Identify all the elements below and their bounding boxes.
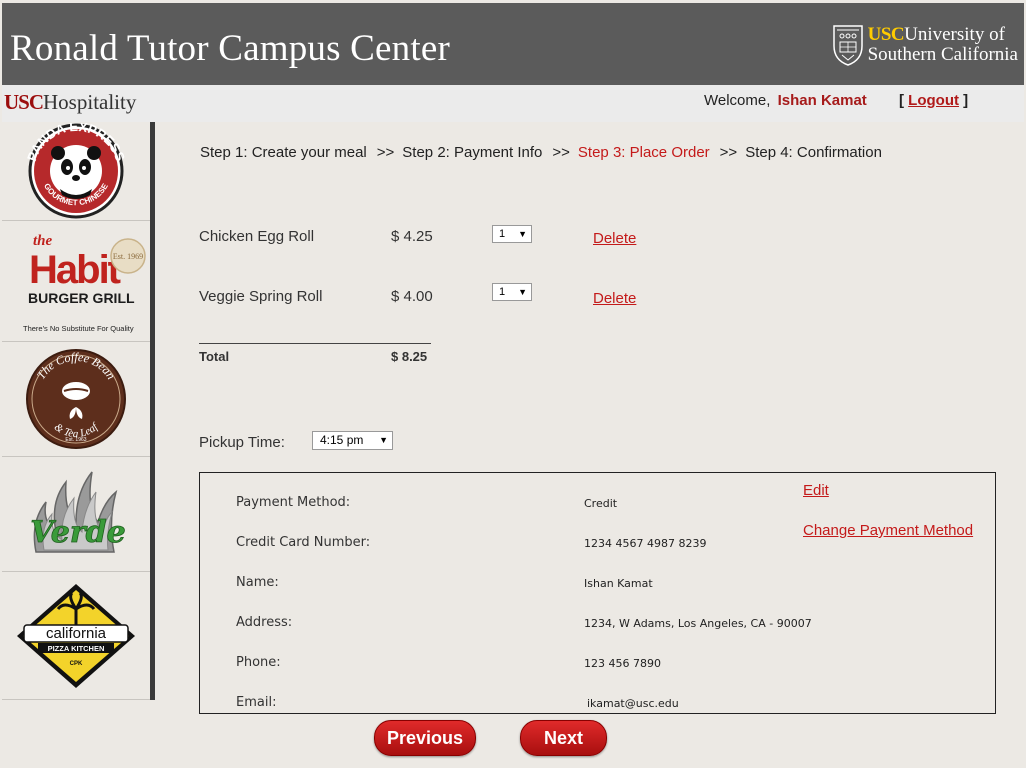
cpk-logo-cpk-text: CPK	[70, 661, 83, 667]
usc-logo-line1: University of	[904, 24, 1005, 45]
usc-hospitality-logo[interactable]: USCHospitality	[4, 90, 136, 115]
dropdown-arrow-icon: ▼	[518, 229, 527, 239]
usc-logo-gold: USC	[867, 24, 905, 45]
step-1-create-meal[interactable]: Step 1: Create your meal	[200, 144, 367, 161]
sidebar-item-california-pizza-kitchen[interactable]: california PIZZA KITCHEN CPK	[2, 572, 150, 700]
change-payment-method-link[interactable]: Change Payment Method	[803, 522, 973, 539]
dropdown-arrow-icon: ▼	[518, 287, 527, 297]
welcome-message: Welcome, Ishan Kamat	[704, 92, 867, 109]
logout-bracket-open: [	[899, 92, 904, 109]
usc-logo-line2: Southern California	[867, 44, 1018, 65]
order-item-name: Veggie Spring Roll	[199, 288, 323, 305]
habit-logo-badge: Est. 1969	[113, 252, 143, 261]
logout-wrapper: [ Logout ]	[899, 92, 968, 109]
step-separator: >>	[719, 144, 738, 161]
coffee-bean-logo-est: Est. 1963	[65, 437, 86, 443]
next-button[interactable]: Next	[520, 720, 607, 756]
order-item-price: $ 4.25	[391, 228, 433, 245]
total-label: Total	[199, 349, 230, 364]
payment-method-value: Credit	[584, 497, 618, 510]
delete-item-link[interactable]: Delete	[593, 230, 636, 247]
email-label: Email:	[236, 695, 277, 710]
email-value: ikamat@usc.edu	[587, 697, 679, 710]
usc-logo[interactable]: USCUniversity of Southern California	[832, 23, 1018, 67]
site-title: Ronald Tutor Campus Center	[10, 28, 450, 69]
name-label: Name:	[236, 575, 279, 590]
quantity-select[interactable]: 1 ▼	[492, 225, 532, 243]
step-2-payment-info[interactable]: Step 2: Payment Info	[402, 144, 542, 161]
edit-payment-link[interactable]: Edit	[803, 482, 829, 499]
the-habit-logo-icon: the Habit Est. 1969 BURGER GRILL There's…	[23, 233, 146, 333]
phone-value: 123 456 7890	[584, 657, 661, 670]
panda-express-logo-icon: PANDA EXPRESS GOURMET CHINESE	[24, 123, 128, 219]
verde-logo-icon: Verde	[30, 471, 126, 553]
sidebar-item-the-habit[interactable]: the Habit Est. 1969 BURGER GRILL There's…	[2, 221, 150, 342]
pickup-time-label: Pickup Time:	[199, 434, 285, 451]
sidebar-item-verde[interactable]: Verde	[2, 457, 150, 572]
pickup-time-select[interactable]: 4:15 pm ▼	[312, 431, 393, 450]
sub-header: USCHospitality Welcome, Ishan Kamat [ Lo…	[2, 85, 1024, 122]
step-separator: >>	[552, 144, 570, 161]
previous-button[interactable]: Previous	[374, 720, 476, 756]
quantity-select[interactable]: 1 ▼	[492, 283, 532, 301]
payment-summary-box: Payment Method: Credit Credit Card Numbe…	[199, 472, 996, 714]
card-number-label: Credit Card Number:	[236, 535, 371, 550]
checkout-steps-breadcrumb: Step 1: Create your meal >> Step 2: Paymen…	[200, 144, 882, 161]
logout-link[interactable]: Logout	[908, 92, 959, 109]
dropdown-arrow-icon: ▼	[379, 435, 388, 445]
habit-logo-sub: BURGER GRILL	[28, 290, 135, 306]
user-name: Ishan Kamat	[777, 92, 867, 109]
order-item-price: $ 4.00	[391, 288, 433, 305]
step-separator: >>	[376, 144, 395, 161]
step-4-confirmation: Step 4: Confirmation	[745, 144, 882, 161]
restaurant-sidebar: PANDA EXPRESS GOURMET CHINESE the Habit …	[2, 122, 155, 700]
payment-method-label: Payment Method:	[236, 495, 351, 510]
pickup-time-value: 4:15 pm	[320, 433, 364, 447]
step-3-place-order: Step 3: Place Order	[577, 144, 710, 161]
habit-logo-the: the	[33, 233, 53, 249]
hospitality-logo-text: Hospitality	[43, 90, 137, 114]
delete-item-link[interactable]: Delete	[593, 290, 636, 307]
card-number-value: 1234 4567 4987 8239	[584, 537, 707, 550]
sidebar-item-coffee-bean[interactable]: The Coffee Bean & Tea Leaf Est. 1963	[2, 342, 150, 457]
name-value: Ishan Kamat	[584, 577, 653, 590]
cpk-logo-sub-text: PIZZA KITCHEN	[48, 644, 105, 653]
total-divider	[199, 343, 431, 344]
address-label: Address:	[236, 615, 293, 630]
sidebar-item-panda-express[interactable]: PANDA EXPRESS GOURMET CHINESE	[2, 122, 150, 221]
welcome-text: Welcome,	[704, 92, 771, 109]
cpk-logo-icon: california PIZZA KITCHEN CPK	[17, 583, 135, 688]
top-header: Ronald Tutor Campus Center USCUniversity…	[2, 3, 1024, 85]
logout-bracket-close: ]	[963, 92, 969, 109]
verde-logo-text: Verde	[30, 515, 125, 550]
coffee-bean-logo-icon: The Coffee Bean & Tea Leaf Est. 1963	[26, 349, 126, 449]
address-value: 1234, W Adams, Los Angeles, CA - 90007	[584, 617, 812, 630]
order-item-name: Chicken Egg Roll	[199, 228, 315, 245]
phone-label: Phone:	[236, 655, 281, 670]
quantity-select-value: 1	[499, 228, 506, 240]
habit-logo-tagline: There's No Substitute For Quality	[23, 324, 134, 333]
quantity-select-value: 1	[499, 286, 506, 298]
cpk-logo-main-text: california	[46, 625, 107, 642]
habit-logo-main: Habit	[29, 248, 121, 292]
usc-seal-icon	[832, 25, 863, 66]
hospitality-logo-usc: USC	[4, 90, 44, 114]
total-value: $ 8.25	[391, 349, 428, 364]
